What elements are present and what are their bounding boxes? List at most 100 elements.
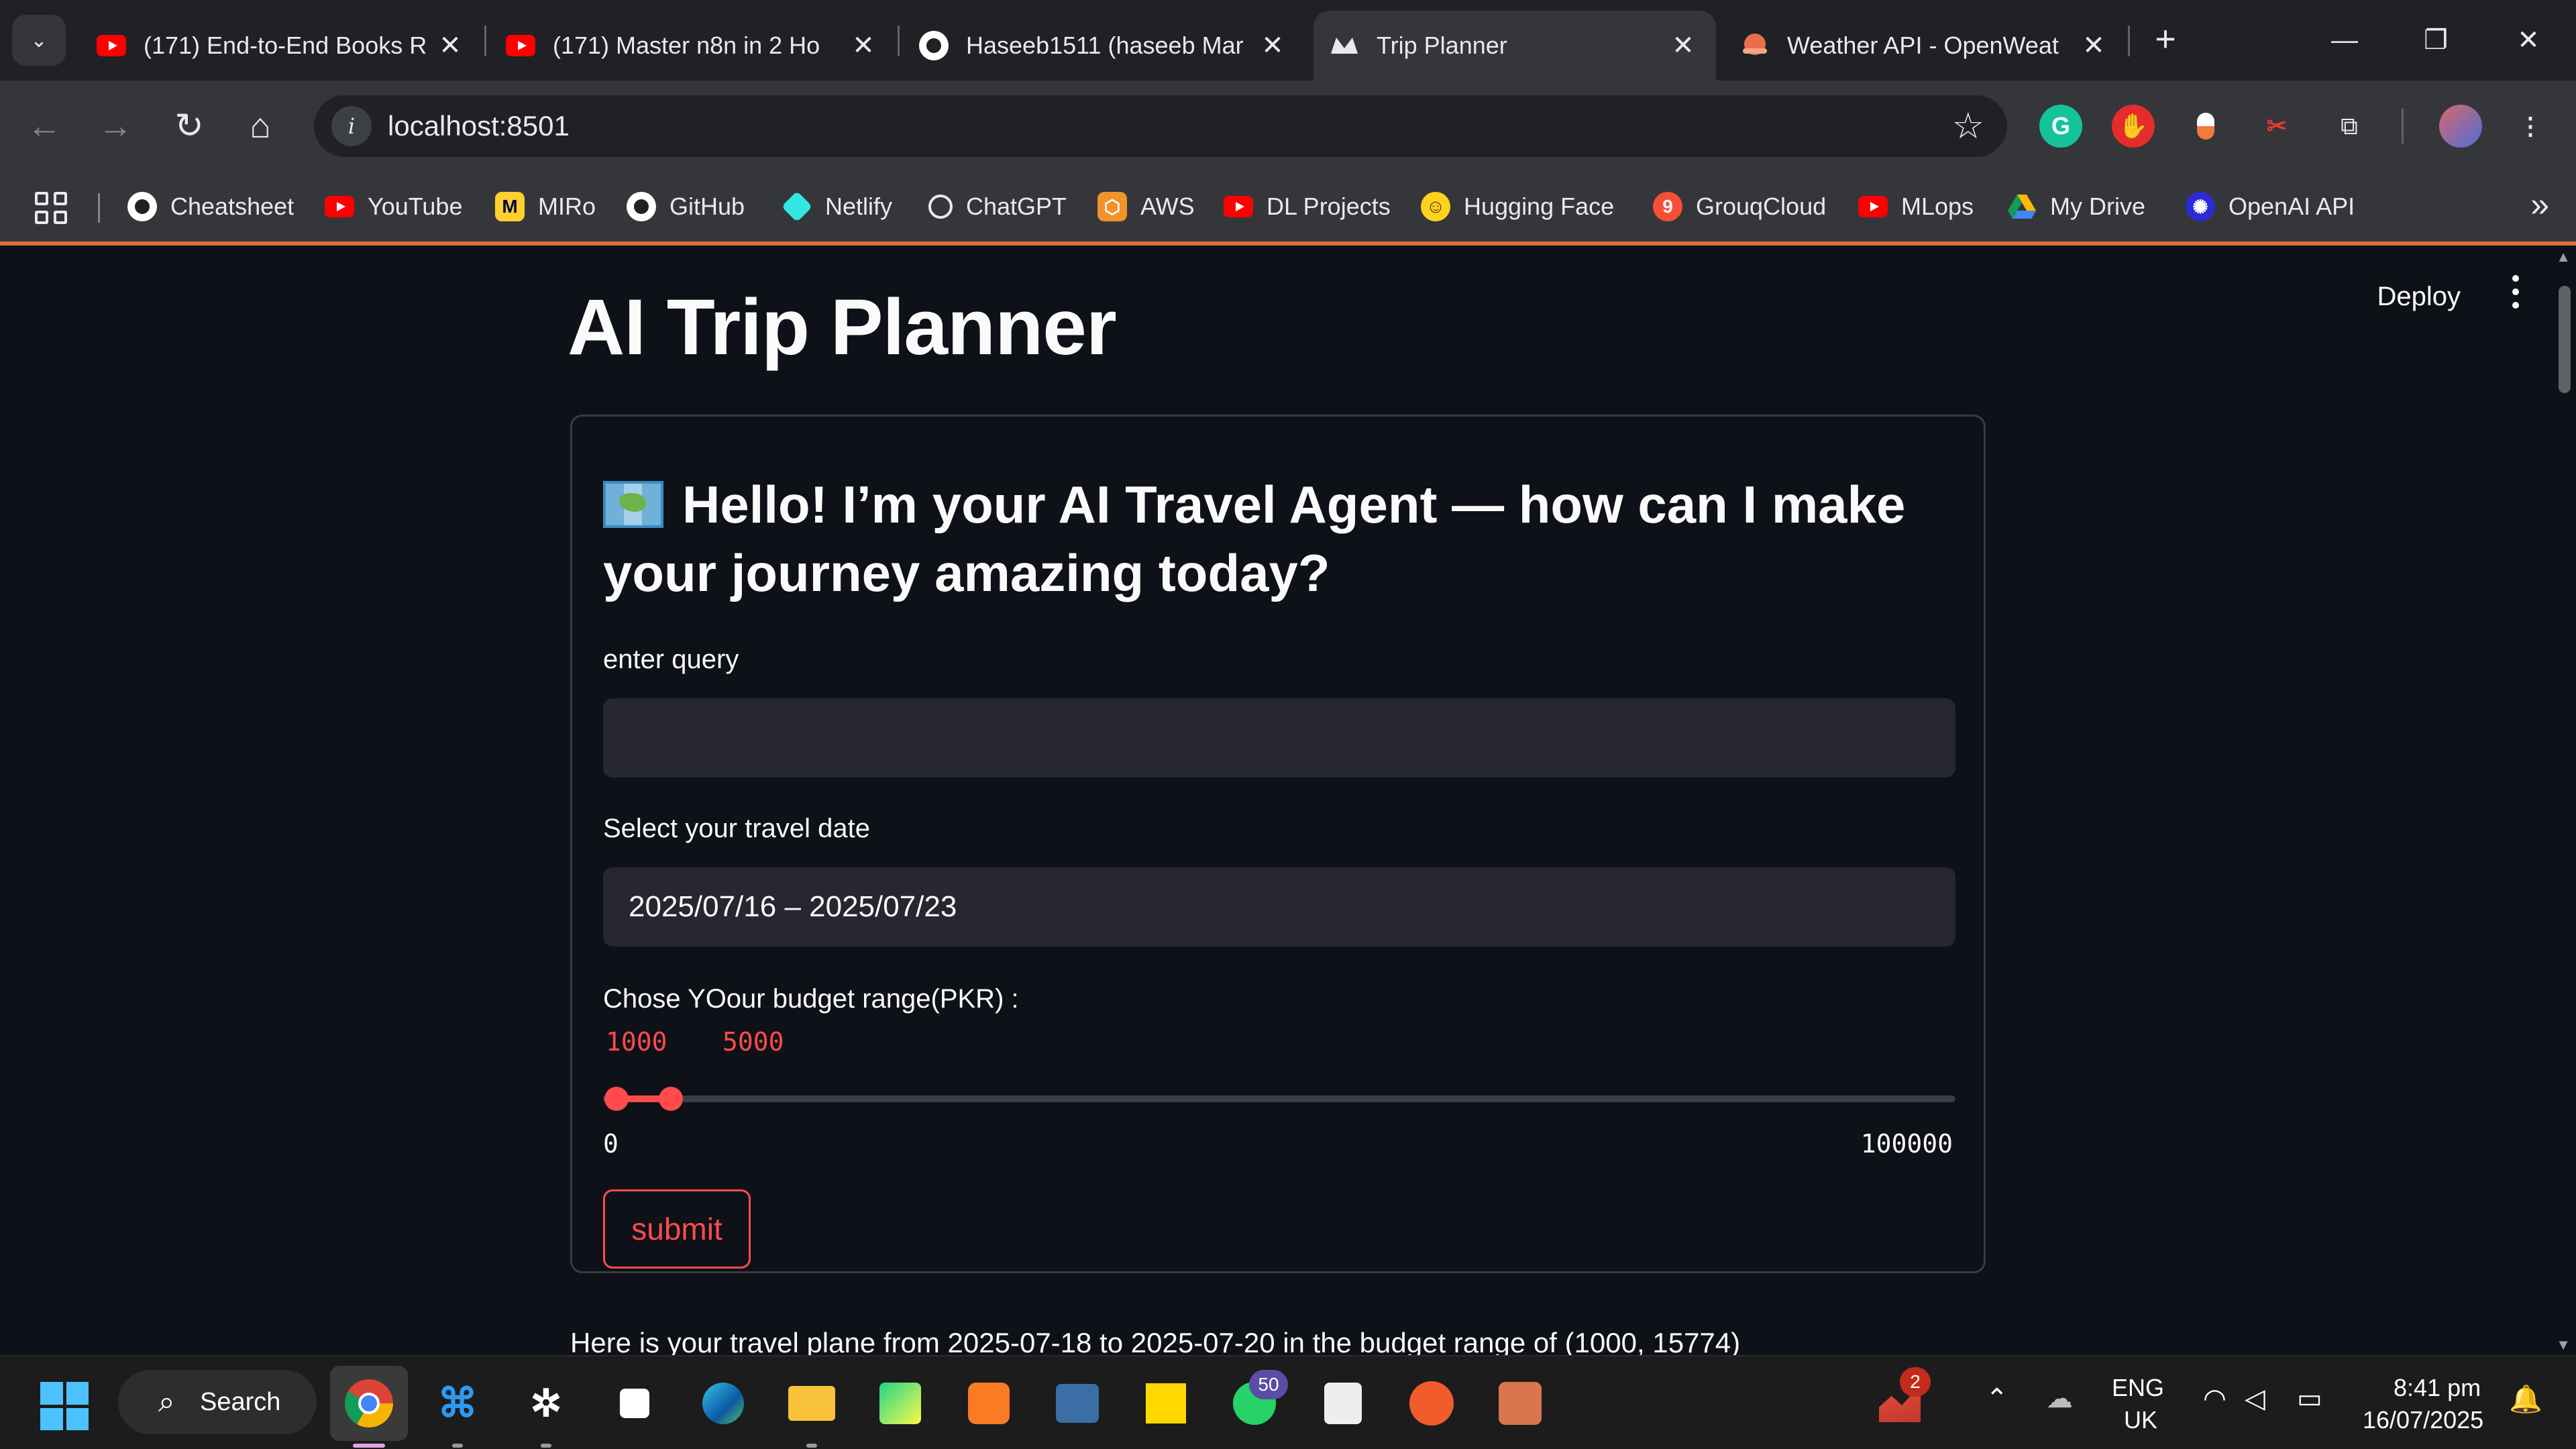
app-menu-icon[interactable] (2509, 275, 2522, 309)
pycharm-icon[interactable] (872, 1375, 928, 1432)
youtube-icon (325, 192, 354, 221)
travel-date-input[interactable]: 2025/07/16 – 2025/07/23 (603, 867, 1955, 947)
edge-icon[interactable] (695, 1375, 751, 1432)
bookmark-groqcloud[interactable]: 9 GrouqCloud (1653, 189, 1826, 224)
file-explorer-icon[interactable] (784, 1375, 840, 1432)
trip-form: Hello! I’m your AI Travel Agent — how ca… (570, 415, 1986, 1273)
close-icon[interactable]: ✕ (847, 30, 880, 61)
scroll-down-icon[interactable]: ▼ (2556, 1336, 2571, 1354)
3d-box-icon[interactable] (606, 1375, 663, 1432)
bookmark-openai-api[interactable]: ✺ OpenAI API (2186, 189, 2355, 224)
form-heading: Hello! I’m your AI Travel Agent — how ca… (603, 470, 1945, 607)
close-icon[interactable]: ✕ (1256, 30, 1289, 61)
submit-button[interactable]: submit (603, 1189, 751, 1269)
claude-icon[interactable] (1492, 1375, 1548, 1432)
forward-button[interactable]: → (90, 101, 141, 152)
budget-range-slider[interactable] (603, 1087, 1955, 1111)
tab-title: Trip Planner (1377, 32, 1507, 59)
travel-date-label: Select your travel date (603, 814, 870, 843)
language-bottom[interactable]: UK (2124, 1406, 2157, 1434)
scroll-thumb[interactable] (2559, 286, 2571, 393)
site-info-icon[interactable]: i (331, 106, 372, 146)
bookmark-netlify[interactable]: Netlify (781, 189, 892, 224)
tab-youtube-books[interactable]: (171) End-to-End Books R ✕ (80, 11, 483, 80)
back-button[interactable]: ← (19, 101, 70, 152)
profile-avatar[interactable] (2439, 105, 2482, 148)
address-bar[interactable]: i localhost:8501 ☆ (314, 95, 2007, 157)
chatgpt-app-icon[interactable]: ✲ (518, 1375, 574, 1432)
tab-youtube-n8n[interactable]: (171) Master n8n in 2 Ho ✕ (490, 11, 896, 80)
adblock-icon[interactable]: ✋ (2112, 105, 2155, 148)
bookmark-aws[interactable]: ⬡ AWS (1097, 189, 1195, 224)
browser-toolbar: ← → ↻ ⌂ i localhost:8501 ☆ G ✋ ✂ ⧉ ⋮ (0, 80, 2576, 172)
more-bookmarks-icon[interactable]: » (2530, 185, 2549, 224)
query-input[interactable] (603, 698, 1955, 777)
browser-menu-icon[interactable]: ⋮ (2509, 105, 2552, 148)
close-window-button[interactable]: ✕ (2498, 16, 2559, 64)
tab-github[interactable]: Haseeb1511 (haseeb Mar ✕ (903, 11, 1305, 80)
restore-button[interactable]: ❐ (2406, 16, 2466, 64)
bookmark-cheatsheet[interactable]: Cheatsheet (127, 189, 294, 224)
snipping-tool-icon[interactable] (1315, 1375, 1371, 1432)
bookmark-star-icon[interactable]: ☆ (1952, 105, 1984, 147)
slider-thumb-low[interactable] (604, 1087, 629, 1111)
new-tab-button[interactable]: + (2144, 19, 2187, 62)
deploy-button[interactable]: Deploy (2377, 282, 2461, 312)
clock-time[interactable]: 8:41 pm (2394, 1374, 2481, 1402)
bookmark-chatgpt[interactable]: ChatGPT (928, 189, 1067, 224)
bookmark-youtube[interactable]: YouTube (325, 189, 462, 224)
whatsapp-unread-badge: 50 (1249, 1370, 1288, 1399)
draw-app-icon[interactable] (1403, 1375, 1460, 1432)
bookmark-label: YouTube (368, 193, 463, 220)
budget-min-label: 0 (603, 1129, 619, 1159)
cloud-offline-icon[interactable]: ☁ (2046, 1383, 2073, 1414)
tab-openweather[interactable]: Weather API - OpenWeat ✕ (1724, 11, 2127, 80)
tab-trip-planner[interactable]: Trip Planner ✕ (1313, 11, 1716, 80)
search-icon: ⌕ (158, 1385, 175, 1418)
bookmark-label: Hugging Face (1464, 193, 1615, 220)
extension-pill-icon[interactable] (2184, 105, 2227, 148)
bookmark-github[interactable]: GitHub (627, 189, 745, 224)
mysql-workbench-icon[interactable] (1049, 1375, 1106, 1432)
taskbar-search[interactable]: ⌕ Search (118, 1370, 317, 1434)
bookmark-my-drive[interactable]: My Drive (2007, 189, 2145, 224)
show-hidden-icons-icon[interactable]: ⌃ (1986, 1383, 2008, 1414)
language-top[interactable]: ENG (2112, 1374, 2164, 1402)
clock-date[interactable]: 16/07/2025 (2363, 1406, 2483, 1434)
home-button[interactable]: ⌂ (235, 101, 286, 152)
page-scrollbar[interactable]: ▲ ▼ (2552, 246, 2576, 1355)
slider-thumb-high[interactable] (658, 1087, 683, 1111)
notification-bell-icon[interactable]: 🔔 (2509, 1383, 2542, 1415)
extension-tool-icon[interactable]: ✂ (2255, 105, 2298, 148)
apps-grid-icon[interactable] (35, 192, 67, 224)
grammarly-icon[interactable]: G (2039, 105, 2082, 148)
tab-title: Haseeb1511 (haseeb Mar (966, 32, 1244, 59)
bookmark-hugging-face[interactable]: ☺ Hugging Face (1421, 189, 1614, 224)
bookmark-label: My Drive (2050, 193, 2145, 220)
scroll-up-icon[interactable]: ▲ (2556, 248, 2571, 266)
tab-search-button[interactable]: ⌄ (12, 15, 66, 66)
budget-low-value: 1000 (606, 1027, 667, 1057)
minimize-button[interactable]: — (2314, 16, 2375, 64)
vscode-icon[interactable]: ⌘ (429, 1375, 486, 1432)
volume-icon[interactable]: ◁ (2245, 1383, 2265, 1414)
taskbar-search-label: Search (200, 1387, 281, 1416)
battery-icon[interactable]: ▭ (2297, 1383, 2322, 1414)
bookmark-miro[interactable]: M MIRo (495, 189, 596, 224)
bookmark-mlops[interactable]: MLops (1858, 189, 1974, 224)
miro-icon: M (495, 192, 525, 221)
bookmark-label: GitHub (669, 193, 745, 220)
reload-button[interactable]: ↻ (164, 101, 215, 152)
bookmark-dl-projects[interactable]: DL Projects (1224, 189, 1391, 224)
close-icon[interactable]: ✕ (433, 30, 467, 61)
close-icon[interactable]: ✕ (1666, 30, 1700, 61)
sticky-notes-icon[interactable] (1138, 1375, 1194, 1432)
windows-start-icon[interactable] (40, 1382, 89, 1430)
chrome-icon[interactable] (330, 1366, 408, 1441)
close-icon[interactable]: ✕ (2077, 30, 2110, 61)
wifi-icon[interactable]: ◠ (2203, 1383, 2226, 1414)
xampp-icon[interactable] (961, 1375, 1017, 1432)
youtube-icon (1224, 192, 1253, 221)
notification-badge: 2 (1900, 1367, 1931, 1397)
extensions-puzzle-icon[interactable]: ⧉ (2328, 105, 2371, 148)
